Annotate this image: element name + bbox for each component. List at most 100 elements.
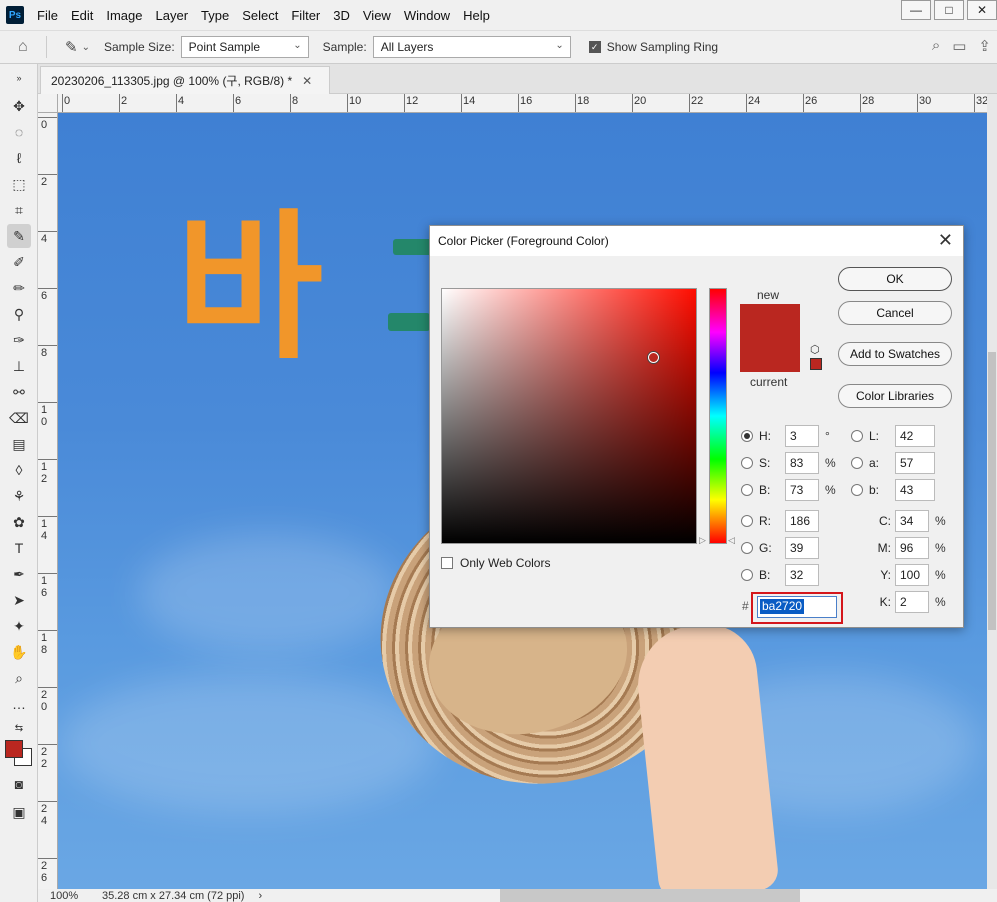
swap-colors-icon[interactable]: ⇆ [7,716,31,740]
brightness-input[interactable]: 73 [785,479,819,501]
cancel-button[interactable]: Cancel [838,301,952,325]
home-icon[interactable]: ⌂ [18,38,38,56]
black-input[interactable]: 2 [895,591,929,613]
color-libraries-button[interactable]: Color Libraries [838,384,952,408]
history-brush-tool-icon[interactable]: ✑ [7,328,31,352]
lab-l-radio[interactable] [851,430,863,442]
sample-size-select[interactable]: Point Sample ⌄ [180,36,309,58]
saturation-brightness-field[interactable] [441,288,697,544]
minimize-button[interactable]: — [901,0,931,20]
menu-image[interactable]: Image [106,8,142,23]
zoom-tool-icon[interactable]: ⌕ [7,666,31,690]
menu-view[interactable]: View [363,8,391,23]
path-selection-tool-icon[interactable]: ➤ [7,588,31,612]
ruler-corner[interactable] [38,94,58,113]
red-input[interactable]: 186 [785,510,819,532]
type-tool-icon[interactable]: T [7,536,31,560]
sample-select[interactable]: All Layers ⌄ [372,36,571,58]
show-sampling-ring-checkbox[interactable]: ✓ [588,41,601,53]
dodge-tool-icon[interactable]: ⚘ [7,484,31,508]
ok-button[interactable]: OK [838,267,952,291]
more-tools-icon[interactable]: … [7,692,31,716]
close-icon[interactable]: ✕ [302,74,312,88]
lab-l-input[interactable]: 42 [895,425,935,447]
cube-icon[interactable]: ⬡ [810,343,820,356]
vertical-scrollbar-thumb[interactable] [988,352,996,630]
green-input[interactable]: 39 [785,537,819,559]
clone-stamp-tool-icon[interactable]: ⚲ [7,302,31,326]
yellow-input[interactable]: 100 [895,564,929,586]
search-icon[interactable]: ⌕ [932,37,940,55]
ruler-horizontal[interactable]: 02468101214161820222426283032 [58,94,987,113]
close-window-button[interactable]: ✕ [967,0,997,20]
maximize-button[interactable]: □ [934,0,964,20]
gradient-tool-icon[interactable]: ▤ [7,432,31,456]
share-icon[interactable]: ⇪ [978,37,991,55]
menu-help[interactable]: Help [463,8,490,23]
chevron-down-icon[interactable]: ⌄ [82,42,90,53]
move-tool-icon[interactable]: ✥ [7,94,31,118]
current-color-swatch[interactable] [740,338,800,372]
eraser-tool-icon[interactable]: ⌫ [7,406,31,430]
menu-filter[interactable]: Filter [291,8,320,23]
marquee-tool-icon[interactable]: ◌ [7,120,31,144]
eyedropper-tool-icon[interactable]: ✎ [7,224,31,248]
hand-tool-icon[interactable]: ✋ [7,640,31,664]
document-tab[interactable]: 20230206_113305.jpg @ 100% (구, RGB/8) * … [40,66,330,94]
color-field-cursor[interactable] [648,352,660,364]
red-radio[interactable] [741,515,753,527]
menu-layer[interactable]: Layer [156,8,189,23]
pen-tool-icon[interactable]: ✒ [7,562,31,586]
expand-panel-icon[interactable]: » [7,66,31,90]
menu-window[interactable]: Window [404,8,450,23]
magenta-input[interactable]: 96 [895,537,929,559]
lab-b-input[interactable]: 43 [895,479,935,501]
lasso-tool-icon[interactable]: ℓ [7,146,31,170]
menu-file[interactable]: File [37,8,58,23]
green-radio[interactable] [741,542,753,554]
chevron-right-icon[interactable]: › [258,890,262,902]
object-selection-tool-icon[interactable]: ⬚ [7,172,31,196]
screen-mode-icon[interactable]: ▣ [7,800,31,824]
lab-a-radio[interactable] [851,457,863,469]
menu-type[interactable]: Type [201,8,229,23]
art-history-brush-icon[interactable]: ⚯ [7,380,31,404]
hue-input[interactable]: 3 [785,425,819,447]
zoom-level[interactable]: 100% [50,890,92,902]
custom-shape-tool-icon[interactable]: ✦ [7,614,31,638]
horizontal-scrollbar-thumb[interactable] [500,889,800,902]
eyedropper-icon[interactable]: ✎ [65,38,78,56]
ruler-number: 20 [634,95,647,107]
add-to-swatches-button[interactable]: Add to Swatches [838,342,952,366]
menu-3d[interactable]: 3D [333,8,350,23]
blue-input[interactable]: 32 [785,564,819,586]
blue-radio[interactable] [741,569,753,581]
menu-select[interactable]: Select [242,8,278,23]
cyan-input[interactable]: 34 [895,510,929,532]
hue-radio[interactable] [741,430,753,442]
hex-value-selected[interactable]: ba2720 [760,599,805,614]
web-safe-color-swatch[interactable] [810,358,822,370]
brightness-radio[interactable] [741,484,753,496]
hue-slider-handle-left-icon[interactable]: ▷ [699,535,706,546]
menu-edit[interactable]: Edit [71,8,93,23]
hue-slider-handle-right-icon[interactable]: ◁ [728,535,735,546]
workspace-icon[interactable]: ▭ [952,37,966,55]
quick-mask-icon[interactable]: ◙ [7,772,31,796]
crop-tool-icon[interactable]: ⌗ [7,198,31,222]
healing-brush-tool-icon[interactable]: ✐ [7,250,31,274]
lab-a-input[interactable]: 57 [895,452,935,474]
ruler-vertical[interactable]: 02468101214161820222426 [38,113,58,889]
vertical-scrollbar[interactable] [987,94,997,889]
foreground-color-swatch[interactable] [5,740,23,758]
stamp-tool-icon[interactable]: ⊥ [7,354,31,378]
brush-tool-icon[interactable]: ✏ [7,276,31,300]
only-web-colors-checkbox[interactable] [441,557,453,569]
sponge-tool-icon[interactable]: ✿ [7,510,31,534]
saturation-input[interactable]: 83 [785,452,819,474]
close-icon[interactable]: ✕ [938,230,953,251]
blur-tool-icon[interactable]: ◊ [7,458,31,482]
hue-slider[interactable] [709,288,727,544]
lab-b-radio[interactable] [851,484,863,496]
saturation-radio[interactable] [741,457,753,469]
